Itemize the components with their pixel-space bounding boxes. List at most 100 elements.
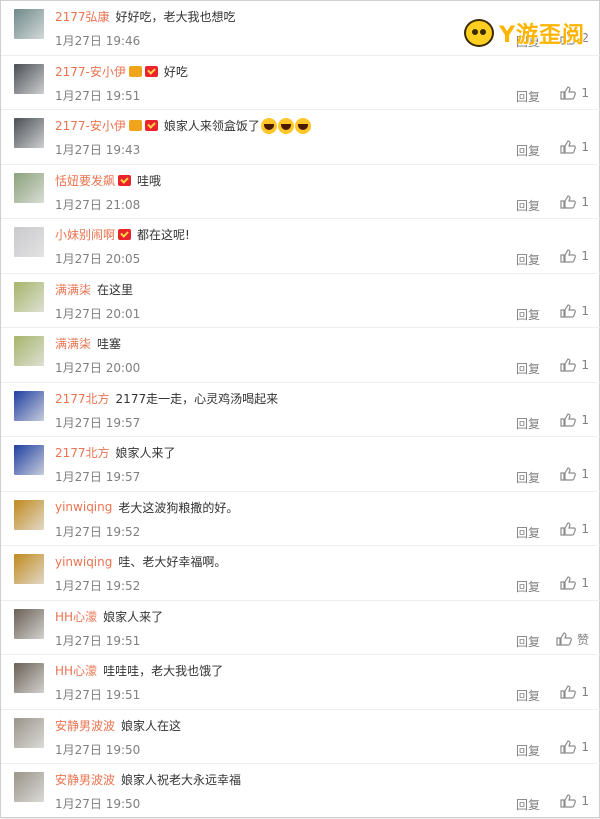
like-button[interactable]: 1 xyxy=(560,685,589,699)
like-button[interactable]: 1 xyxy=(560,522,589,536)
username-link[interactable]: 安静男波波 xyxy=(55,771,115,788)
username-link[interactable]: 小妹别闹啊 xyxy=(55,226,115,243)
username-link[interactable]: HH心濛 xyxy=(55,608,97,625)
username-link[interactable]: 满满柒 xyxy=(55,281,91,298)
avatar[interactable] xyxy=(14,9,44,39)
avatar[interactable] xyxy=(14,227,44,257)
avatar[interactable] xyxy=(14,499,44,530)
username-link[interactable]: 满满柒 xyxy=(55,335,91,352)
thumbs-up-icon xyxy=(556,632,572,646)
like-button[interactable]: 1 xyxy=(560,86,589,100)
reply-button[interactable]: 回复 xyxy=(516,796,540,813)
like-button[interactable]: 1 xyxy=(560,413,589,427)
avatar[interactable] xyxy=(14,608,44,639)
like-button[interactable]: 1 xyxy=(560,140,589,154)
thumbs-up-icon xyxy=(560,794,577,808)
like-button[interactable]: 1 xyxy=(560,304,589,318)
comment-row: 满满柒 在这里 1月27日 20:01 回复 1 xyxy=(1,274,600,328)
reply-button[interactable]: 回复 xyxy=(516,687,540,704)
reply-button[interactable]: 回复 xyxy=(516,306,540,323)
username-link[interactable]: 2177北方 xyxy=(55,390,110,407)
avatar[interactable] xyxy=(14,336,44,366)
reply-button[interactable]: 回复 xyxy=(516,251,540,268)
comment-row: 2177-安小伊 娘家人来领盒饭了 1月27日 19:43 回复 1 xyxy=(1,110,600,165)
avatar[interactable] xyxy=(14,281,44,312)
comment-text: 都在这呢! xyxy=(137,228,190,242)
comment-row: 小妹别闹啊 都在这呢! 1月27日 20:05 回复 1 xyxy=(1,219,600,274)
thumbs-up-icon xyxy=(560,249,577,263)
comment-row: 2177-安小伊 好吃 1月27日 19:51 回复 1 xyxy=(1,56,600,110)
comment-time: 1月27日 20:05 xyxy=(55,252,141,266)
avatar[interactable] xyxy=(14,772,44,802)
laughing-emoji-icon xyxy=(277,117,294,134)
comment-row: 安静男波波 娘家人在这 1月27日 19:50 回复 1 xyxy=(1,710,600,764)
like-button[interactable]: 1 xyxy=(560,195,589,209)
reply-button[interactable]: 回复 xyxy=(516,469,540,486)
avatar[interactable] xyxy=(14,554,44,584)
comment-time: 1月27日 19:57 xyxy=(55,415,141,430)
comment-time: 1月27日 19:50 xyxy=(55,797,141,811)
avatar[interactable] xyxy=(14,172,44,203)
reply-button[interactable]: 回复 xyxy=(516,524,540,541)
username-link[interactable]: 2177弘康 xyxy=(55,8,110,25)
username-link[interactable]: yinwiqing xyxy=(55,500,112,514)
like-button[interactable]: 1 xyxy=(560,740,589,754)
avatar[interactable] xyxy=(14,445,44,475)
avatar[interactable] xyxy=(14,390,44,421)
thumbs-up-icon xyxy=(560,685,577,699)
crown-badge-icon xyxy=(128,65,142,77)
mascot-logo-icon xyxy=(464,19,495,47)
like-button[interactable]: 1 xyxy=(560,358,589,372)
username-link[interactable]: 恬妞要发飙 xyxy=(55,172,115,189)
username-link[interactable]: 安静男波波 xyxy=(55,717,115,734)
comment-time: 1月27日 19:52 xyxy=(55,579,141,593)
comment-text: 好好吃，老大我也想吃 xyxy=(115,10,236,24)
like-button[interactable]: 赞 xyxy=(556,631,589,648)
username-link[interactable]: yinwiqing xyxy=(55,555,112,569)
laughing-emoji-icon xyxy=(260,117,277,134)
comment-row: HH心濛 哇哇哇，老大我也饿了 1月27日 19:51 回复 1 xyxy=(1,655,600,710)
comment-text: 老大这波狗粮撒的好。 xyxy=(118,500,239,515)
avatar[interactable] xyxy=(14,717,44,748)
reply-button[interactable]: 回复 xyxy=(516,415,540,432)
reply-button[interactable]: 回复 xyxy=(516,142,540,159)
avatar[interactable] xyxy=(14,63,44,94)
username-link[interactable]: HH心濛 xyxy=(55,662,97,679)
comment-time: 1月27日 20:01 xyxy=(55,306,141,321)
comment-row: 恬妞要发飙 哇哦 1月27日 21:08 回复 1 xyxy=(1,165,600,219)
reply-button[interactable]: 回复 xyxy=(516,578,540,595)
comment-panel: Y游歪阅 2177弘康 好好吃，老大我也想吃 1月27日 19:46 回复 2 2177-… xyxy=(0,0,600,819)
thumbs-up-icon xyxy=(560,412,577,427)
comment-time: 1月27日 20:00 xyxy=(55,361,141,375)
comment-time: 1月27日 19:46 xyxy=(55,34,141,48)
comment-row: yinwiqing 哇、老大好幸福啊。 1月27日 19:52 回复 1 xyxy=(1,546,600,601)
reply-button[interactable]: 回复 xyxy=(516,197,540,214)
comment-time: 1月27日 19:50 xyxy=(55,742,141,757)
comment-text: 哇塞 xyxy=(97,337,122,351)
username-link[interactable]: 2177-安小伊 xyxy=(55,117,126,134)
reply-button[interactable]: 回复 xyxy=(516,742,540,759)
reply-button[interactable]: 回复 xyxy=(516,88,540,105)
crown-badge-icon xyxy=(128,120,142,131)
comment-time: 1月27日 19:52 xyxy=(55,524,141,539)
comment-row: 2177北方 娘家人来了 1月27日 19:57 回复 1 xyxy=(1,437,600,492)
avatar[interactable] xyxy=(14,663,44,693)
thumbs-up-icon xyxy=(560,85,577,100)
like-button[interactable]: 1 xyxy=(560,249,589,263)
like-button[interactable]: 1 xyxy=(560,467,589,481)
comment-list: 2177弘康 好好吃，老大我也想吃 1月27日 19:46 回复 2 2177-安小伊 好吃… xyxy=(1,1,600,819)
like-count: 赞 xyxy=(576,632,589,647)
watermark-text: Y游歪阅 xyxy=(499,23,585,48)
like-count: 1 xyxy=(581,358,589,372)
avatar[interactable] xyxy=(14,118,44,148)
thumbs-up-icon xyxy=(560,467,577,481)
like-button[interactable]: 1 xyxy=(560,576,589,590)
like-count: 1 xyxy=(581,794,589,808)
like-count: 1 xyxy=(581,412,589,427)
reply-button[interactable]: 回复 xyxy=(516,633,540,650)
username-link[interactable]: 2177北方 xyxy=(55,444,110,461)
thumbs-up-icon xyxy=(560,140,577,154)
like-button[interactable]: 1 xyxy=(560,794,589,808)
reply-button[interactable]: 回复 xyxy=(516,360,540,377)
username-link[interactable]: 2177-安小伊 xyxy=(55,63,126,80)
